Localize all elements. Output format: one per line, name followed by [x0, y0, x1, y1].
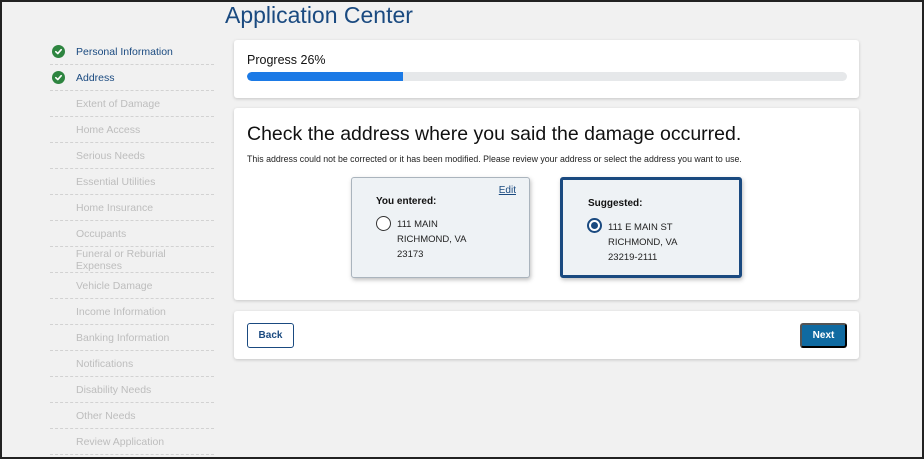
suggested-address-option[interactable]: Suggested: 111 E MAIN ST RICHMOND, VA 23… — [560, 177, 742, 278]
suggested-address-title: Suggested: — [588, 198, 643, 209]
progress-card: Progress 26% — [234, 40, 859, 98]
sidebar-step[interactable]: Personal Information — [50, 39, 214, 65]
sidebar-step: Funeral or Reburial Expenses — [50, 247, 214, 273]
sidebar-step: Home Access — [50, 117, 214, 143]
progress-track — [247, 72, 847, 81]
check-circle-icon — [52, 45, 65, 58]
address-heading: Check the address where you said the dam… — [247, 123, 742, 145]
back-button[interactable]: Back — [247, 323, 294, 348]
sidebar-step[interactable]: Address — [50, 65, 214, 91]
address-instructions: This address could not be corrected or i… — [247, 154, 742, 164]
entered-address-line2: RICHMOND, VA — [397, 234, 467, 245]
check-circle-icon — [52, 71, 65, 84]
sidebar-step: Serious Needs — [50, 143, 214, 169]
sidebar-step-label: Personal Information — [76, 45, 173, 58]
step-status-slot — [50, 45, 76, 58]
sidebar-step: Notifications — [50, 351, 214, 377]
sidebar-step-label: Funeral or Reburial Expenses — [75, 247, 166, 272]
sidebar-step-label: Home Access — [76, 123, 141, 136]
sidebar-step-label: Vehicle Damage — [76, 279, 153, 292]
radio-selected-dot — [591, 222, 598, 229]
suggested-address-line3: 23219-2111 — [608, 252, 658, 263]
sidebar-step-label: Disability Needs — [76, 383, 152, 396]
sidebar-step-label: Other Needs — [76, 409, 136, 422]
page-title: Application Center — [225, 2, 413, 28]
progress-fill — [247, 72, 403, 81]
entered-address-radio[interactable] — [376, 216, 391, 231]
sidebar-step-label: Occupants — [76, 227, 127, 240]
entered-address-lines: 111 MAIN RICHMOND, VA 23173 — [397, 217, 467, 262]
sidebar-step-label: Notifications — [76, 357, 134, 370]
sidebar-step: Review Application — [50, 429, 214, 455]
entered-address-line1: 111 MAIN — [397, 219, 438, 230]
entered-address-title: You entered: — [376, 196, 437, 207]
sidebar-step-label: Home Insurance — [76, 201, 154, 214]
sidebar-step-label: Income Information — [76, 305, 166, 318]
address-card: Check the address where you said the dam… — [234, 108, 859, 300]
suggested-address-lines: 111 E MAIN ST RICHMOND, VA 23219-2111 — [608, 220, 678, 265]
step-sidebar: Personal Information Address Extent of Dam… — [50, 39, 214, 455]
sidebar-step-label: Address — [76, 71, 115, 84]
sidebar-step: Other Needs — [50, 403, 214, 429]
sidebar-step-label: Essential Utilities — [76, 175, 156, 188]
sidebar-step: Home Insurance — [50, 195, 214, 221]
suggested-address-line2: RICHMOND, VA — [608, 237, 678, 248]
suggested-address-line1: 111 E MAIN ST — [608, 222, 673, 233]
sidebar-step-label: Review Application — [76, 435, 165, 448]
edit-address-link[interactable]: Edit — [499, 185, 516, 196]
sidebar-step-label: Extent of Damage — [76, 97, 161, 110]
sidebar-step: Vehicle Damage — [50, 273, 214, 299]
sidebar-step-label: Banking Information — [76, 331, 170, 344]
next-button[interactable]: Next — [800, 323, 847, 348]
sidebar-step: Disability Needs — [50, 377, 214, 403]
sidebar-step: Essential Utilities — [50, 169, 214, 195]
sidebar-step: Extent of Damage — [50, 91, 214, 117]
sidebar-step-label: Serious Needs — [76, 149, 145, 162]
entered-address-option[interactable]: You entered: Edit 111 MAIN RICHMOND, VA … — [351, 177, 530, 278]
sidebar-step: Banking Information — [50, 325, 214, 351]
entered-address-line3: 23173 — [397, 249, 424, 260]
suggested-address-radio[interactable] — [587, 218, 602, 233]
sidebar-step: Occupants — [50, 221, 214, 247]
sidebar-step: Income Information — [50, 299, 214, 325]
progress-label: Progress 26% — [247, 53, 326, 67]
navigation-card: Back Next — [234, 311, 859, 359]
step-status-slot — [50, 71, 76, 84]
